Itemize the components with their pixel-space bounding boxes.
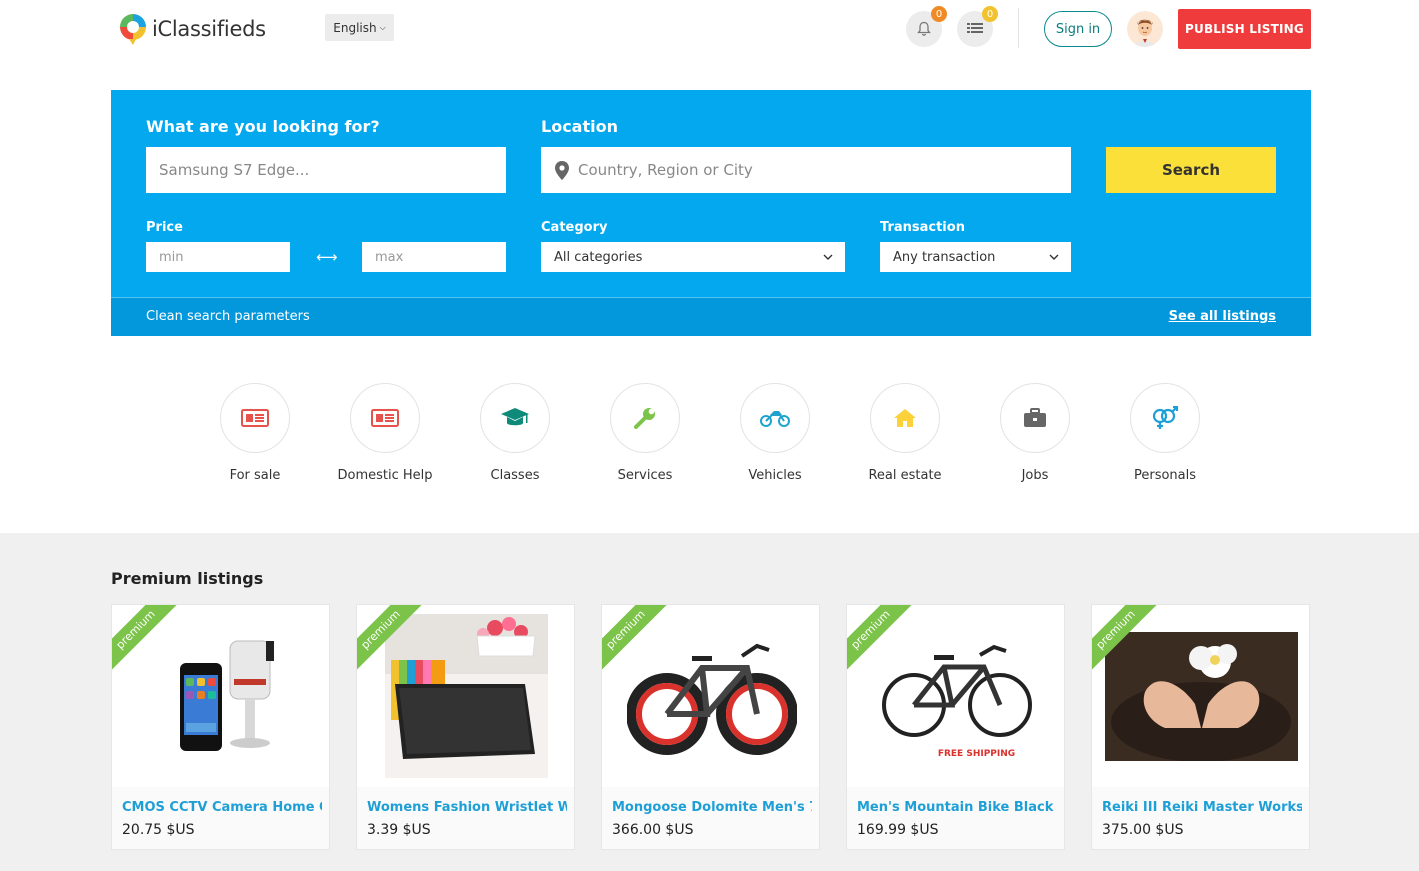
category-vehicles[interactable]: Vehicles bbox=[705, 383, 845, 483]
section-title: Premium listings bbox=[111, 569, 264, 588]
category-jobs[interactable]: Jobs bbox=[965, 383, 1105, 483]
briefcase-icon bbox=[1024, 408, 1046, 427]
notifications-button[interactable]: 0 bbox=[906, 6, 947, 47]
category-circle bbox=[610, 383, 680, 453]
newspaper-icon bbox=[241, 409, 269, 427]
category-label: Classes bbox=[490, 468, 540, 483]
price-min-input[interactable]: min bbox=[146, 242, 290, 272]
see-all-listings-link[interactable]: See all listings bbox=[1169, 309, 1276, 324]
price-min-placeholder: min bbox=[159, 249, 184, 265]
wrench-icon bbox=[634, 408, 655, 429]
my-listings-button[interactable]: 0 bbox=[957, 6, 998, 47]
category-circle bbox=[350, 383, 420, 453]
card-footer bbox=[112, 787, 329, 849]
category-for-sale[interactable]: For sale bbox=[185, 383, 325, 483]
category-circle bbox=[480, 383, 550, 453]
card-footer bbox=[1092, 787, 1309, 849]
listing-price: 366.00 $US bbox=[612, 822, 694, 838]
listing-card[interactable]: premium Mongoose Dolomite Men's 7-... 36… bbox=[601, 604, 820, 850]
home-icon bbox=[894, 409, 916, 427]
logo-text: iClassifieds bbox=[152, 17, 266, 41]
category-real-estate[interactable]: Real estate bbox=[835, 383, 975, 483]
category-label: Real estate bbox=[868, 468, 942, 483]
range-arrow-icon: ⟷ bbox=[316, 248, 338, 266]
location-input[interactable]: Country, Region or City bbox=[541, 147, 1071, 193]
card-footer bbox=[357, 787, 574, 849]
category-classes[interactable]: Classes bbox=[445, 383, 585, 483]
publish-listing-button[interactable]: PUBLISH LISTING bbox=[1178, 9, 1311, 49]
location-placeholder: Country, Region or City bbox=[578, 161, 753, 179]
gender-icon bbox=[1152, 406, 1179, 429]
map-pin-icon bbox=[555, 160, 569, 180]
listings-badge: 0 bbox=[982, 6, 998, 22]
listing-card[interactable]: premium Womens Fashion Wristlet Wal... 3… bbox=[356, 604, 575, 850]
category-domestic-help[interactable]: Domestic Help bbox=[315, 383, 455, 483]
category-label: Domestic Help bbox=[337, 468, 433, 483]
category-personals[interactable]: Personals bbox=[1095, 383, 1235, 483]
search-panel: What are you looking for? Samsung S7 Edg… bbox=[111, 90, 1311, 336]
avatar[interactable] bbox=[1127, 11, 1163, 47]
category-circle bbox=[1130, 383, 1200, 453]
listing-title[interactable]: Mongoose Dolomite Men's 7-... bbox=[612, 800, 812, 815]
search-button[interactable]: Search bbox=[1106, 147, 1276, 193]
logo-mark-icon bbox=[118, 12, 148, 46]
keyword-input[interactable]: Samsung S7 Edge... bbox=[146, 147, 506, 193]
logo[interactable]: iClassifieds bbox=[118, 12, 266, 46]
listing-title[interactable]: Men's Mountain Bike Black Al... bbox=[857, 800, 1057, 815]
keyword-placeholder: Samsung S7 Edge... bbox=[159, 161, 310, 179]
category-label: Category bbox=[541, 220, 608, 235]
bell-icon bbox=[917, 21, 931, 36]
free-shipping-label: FREE SHIPPING bbox=[937, 749, 1016, 759]
newspaper-icon bbox=[371, 409, 399, 427]
category-label: Vehicles bbox=[748, 468, 802, 483]
category-value: All categories bbox=[554, 249, 643, 265]
chevron-down-icon bbox=[823, 254, 833, 260]
listing-price: 3.39 $US bbox=[367, 822, 431, 838]
category-circle bbox=[740, 383, 810, 453]
category-select[interactable]: All categories bbox=[541, 242, 845, 272]
header-divider bbox=[1018, 8, 1019, 48]
chevron-down-icon: ⌵ bbox=[379, 22, 386, 32]
chevron-down-icon bbox=[1049, 254, 1059, 260]
category-circle bbox=[870, 383, 940, 453]
category-label: Jobs bbox=[1021, 468, 1049, 483]
category-label: Personals bbox=[1133, 468, 1197, 483]
what-label: What are you looking for? bbox=[146, 117, 380, 136]
listing-card[interactable]: premium CMOS CCTV Camera Home O... 20.75… bbox=[111, 604, 330, 850]
motorcycle-icon bbox=[760, 411, 790, 427]
notifications-badge: 0 bbox=[931, 6, 947, 22]
transaction-select[interactable]: Any transaction bbox=[880, 242, 1071, 272]
language-selector[interactable]: English ⌵ bbox=[325, 14, 394, 41]
language-label: English bbox=[333, 20, 377, 35]
listing-title[interactable]: Womens Fashion Wristlet Wal... bbox=[367, 800, 567, 815]
category-label: For sale bbox=[229, 468, 281, 483]
graduation-cap-icon bbox=[501, 408, 529, 426]
price-max-placeholder: max bbox=[375, 249, 404, 265]
category-circle bbox=[1000, 383, 1070, 453]
premium-listings-section: Premium listings premium CMOS CCTV Camer… bbox=[0, 533, 1419, 871]
category-label: Services bbox=[617, 468, 673, 483]
clean-search-link[interactable]: Clean search parameters bbox=[146, 309, 310, 324]
listing-title[interactable]: Reiki III Reiki Master Workshop bbox=[1102, 800, 1302, 815]
search-panel-footer: Clean search parameters See all listings bbox=[111, 297, 1311, 336]
card-footer bbox=[602, 787, 819, 849]
price-label: Price bbox=[146, 220, 183, 235]
transaction-value: Any transaction bbox=[893, 249, 996, 265]
price-max-input[interactable]: max bbox=[362, 242, 506, 272]
category-services[interactable]: Services bbox=[575, 383, 715, 483]
location-label: Location bbox=[541, 117, 618, 136]
sign-in-button[interactable]: Sign in bbox=[1044, 11, 1112, 47]
listing-price: 20.75 $US bbox=[122, 822, 195, 838]
listing-title[interactable]: CMOS CCTV Camera Home O... bbox=[122, 800, 322, 815]
card-footer bbox=[847, 787, 1064, 849]
listing-card[interactable]: premium Reiki III Reiki Master Workshop … bbox=[1091, 604, 1310, 850]
transaction-label: Transaction bbox=[880, 220, 965, 235]
list-icon bbox=[967, 23, 983, 33]
listing-card[interactable]: FREE SHIPPING premium Men's Mountain Bik… bbox=[846, 604, 1065, 850]
listing-price: 169.99 $US bbox=[857, 822, 939, 838]
header: iClassifieds English ⌵ 0 0 Sign in PUBLI… bbox=[0, 0, 1419, 60]
category-circle bbox=[220, 383, 290, 453]
listing-price: 375.00 $US bbox=[1102, 822, 1184, 838]
